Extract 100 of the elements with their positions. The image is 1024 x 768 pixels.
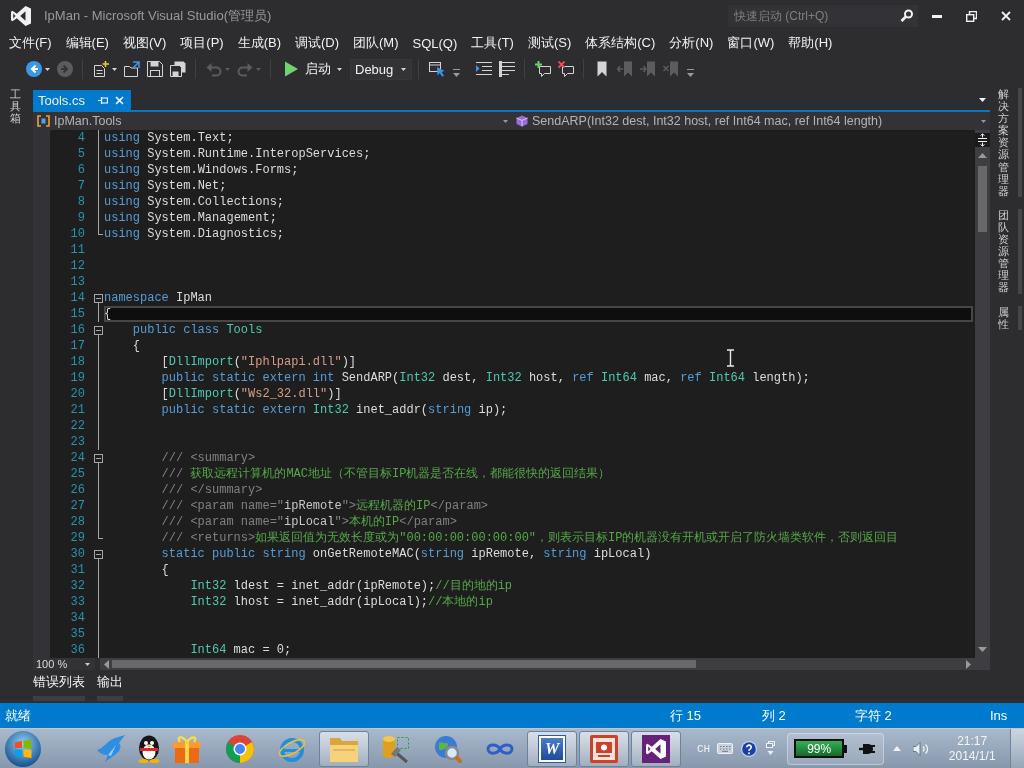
line-number: 14	[69, 290, 85, 306]
line-number: 8	[76, 194, 85, 210]
menu-item[interactable]: 窗口(W)	[720, 33, 782, 53]
battery-widget[interactable]: 99%	[787, 732, 885, 765]
configuration-dropdown[interactable]: Debug	[350, 58, 412, 80]
splitter-icon[interactable]	[975, 133, 990, 147]
caret-icon[interactable]	[401, 68, 406, 71]
menu-item[interactable]: 调试(D)	[288, 33, 347, 53]
code-line: /// 获取远程计算机的MAC地址（不管目标IP机器是否在线，都能很快的返回结果）	[161, 466, 611, 482]
text-cursor-icon	[726, 349, 735, 367]
keyboard-icon[interactable]	[717, 743, 734, 754]
slide-tile-icon[interactable]	[590, 734, 618, 763]
window-pointer-icon[interactable]	[428, 61, 445, 77]
scrollbar-thumb[interactable]	[978, 166, 987, 232]
code-line: Int32 lhost = inet_addr(ipLocal);//本地的ip	[190, 594, 493, 610]
caret-icon[interactable]	[85, 662, 90, 666]
globe-magnifier-icon[interactable]	[434, 734, 462, 763]
scrollbar-thumb[interactable]	[112, 660, 696, 668]
folder-arrow-icon[interactable]	[123, 61, 140, 77]
floppy-disks-icon[interactable]	[169, 61, 186, 77]
code-line: Int32 ldest = inet_addr(ipRemote);//目的地的ip	[190, 578, 513, 594]
code-line: /// <summary>	[161, 450, 256, 466]
line-number: 36	[69, 642, 85, 658]
line-number: 11	[69, 242, 85, 258]
scroll-right-icon[interactable]	[966, 659, 971, 669]
code-line: /// <returns>如果返回值为无效长度或为"00:00:00:00:00:00"，则表示目标IP的机器没有开机或开启了防火墙类软件，否则返回目	[161, 530, 899, 546]
type-dropdown[interactable]: IpMan.Tools	[33, 112, 512, 130]
letter-tile[interactable]: W	[539, 735, 565, 762]
show-desktop-button[interactable]	[1010, 729, 1024, 768]
play-icon[interactable]	[283, 61, 299, 77]
lines-icon[interactable]	[498, 61, 515, 77]
start-orb-icon[interactable]	[5, 730, 41, 767]
taskbar-app-button[interactable]: W	[527, 730, 577, 767]
tricolor-circle-icon[interactable]	[226, 734, 254, 763]
code-line: using System.Runtime.InteropServices;	[104, 146, 371, 162]
start-button[interactable]: 启动	[277, 60, 346, 78]
minimize-icon[interactable]	[932, 14, 942, 18]
speaker-icon[interactable]	[913, 741, 930, 756]
member-dropdown[interactable]: SendARP(Int32 dest, Int32 host, ref Int64 mac, ref Int64 length)	[512, 112, 990, 130]
caret-icon[interactable]	[44, 68, 50, 71]
line-number: 9	[76, 210, 85, 226]
code-line: using System.Net;	[104, 178, 227, 194]
taskbar-app-button[interactable]	[631, 730, 681, 767]
caret-icon[interactable]	[979, 98, 986, 102]
close-icon[interactable]	[1001, 11, 1011, 21]
menu-item[interactable]: 帮助(H)	[781, 33, 840, 53]
vertical-scrollbar[interactable]	[975, 130, 990, 658]
horizontal-scrollbar[interactable]	[100, 658, 975, 670]
line-number: 35	[69, 626, 85, 642]
menu-item[interactable]: 编辑(E)	[58, 33, 116, 53]
side-tab[interactable]: 解决方案资源管理器	[998, 88, 1022, 197]
collapse-icon[interactable]	[94, 293, 103, 303]
pin-icon[interactable]	[97, 95, 108, 105]
infinity-icon[interactable]	[486, 741, 514, 756]
toolbar-options-icon[interactable]	[453, 69, 460, 77]
line-number: 32	[69, 578, 85, 594]
side-tab[interactable]: 团队资源管理器	[998, 208, 1022, 294]
side-tab[interactable]: 工具箱	[10, 88, 21, 125]
menu-item[interactable]: 体系结构(C)	[578, 33, 663, 53]
menu-item[interactable]: 工具(T)	[464, 33, 521, 53]
cylinder-hammer-icon[interactable]	[382, 734, 410, 763]
menu-item[interactable]: 生成(B)	[230, 33, 288, 53]
zoom-dropdown[interactable]: 100 %	[33, 658, 95, 670]
caret-icon[interactable]	[337, 68, 342, 71]
collapse-icon[interactable]	[94, 549, 103, 559]
toolbar-options-icon[interactable]	[687, 69, 694, 77]
line-number: 13	[69, 274, 85, 290]
help-icon[interactable]	[741, 740, 758, 757]
speech-bubble-plus-icon[interactable]	[534, 61, 551, 77]
document-tab[interactable]: Tools.cs	[33, 90, 131, 110]
menu-item[interactable]: 文件(F)	[2, 33, 59, 53]
ribbon-logo-tile-icon[interactable]	[642, 734, 670, 763]
code-line: static public string onGetRemoteMAC(string ipRemote, string ipLocal)	[161, 546, 652, 562]
menu-item[interactable]: 测试(S)	[520, 33, 579, 53]
quick-launch-field[interactable]: 快速启动 (Ctrl+Q)	[728, 5, 896, 27]
restore-icon[interactable]	[966, 10, 977, 22]
scroll-down-icon[interactable]	[978, 647, 987, 652]
line-number: 6	[76, 162, 85, 178]
speech-bubble-cross-icon[interactable]	[557, 61, 574, 77]
line-number: 15	[69, 306, 85, 322]
menu-item[interactable]: 分析(N)	[662, 33, 721, 53]
indent-lines-icon[interactable]	[475, 61, 492, 77]
side-tab[interactable]: 属性	[998, 305, 1022, 330]
line-number: 19	[69, 370, 85, 386]
scroll-left-icon[interactable]	[104, 659, 109, 669]
code-line: {	[161, 562, 169, 578]
collapse-icon[interactable]	[94, 453, 103, 463]
menu-item[interactable]: 视图(V)	[115, 33, 174, 53]
new-document-icon[interactable]	[92, 61, 109, 77]
scroll-up-icon[interactable]	[978, 153, 987, 158]
collapse-icon[interactable]	[94, 325, 103, 335]
menu-item[interactable]: 项目(P)	[173, 33, 231, 53]
menu-item[interactable]: SQL(Q)	[405, 33, 465, 53]
code-line: /// <param name="ipRemote">远程机器的IP</param>	[161, 498, 489, 514]
search-icon[interactable]	[896, 5, 918, 27]
code-line: [DllImport("Ws2_32.dll")]	[161, 386, 342, 402]
code-line: /// </summary>	[161, 482, 263, 498]
window-caret-icon[interactable]	[766, 741, 776, 756]
menu-item[interactable]: 团队(M)	[346, 33, 406, 53]
caret-icon[interactable]	[111, 68, 117, 71]
